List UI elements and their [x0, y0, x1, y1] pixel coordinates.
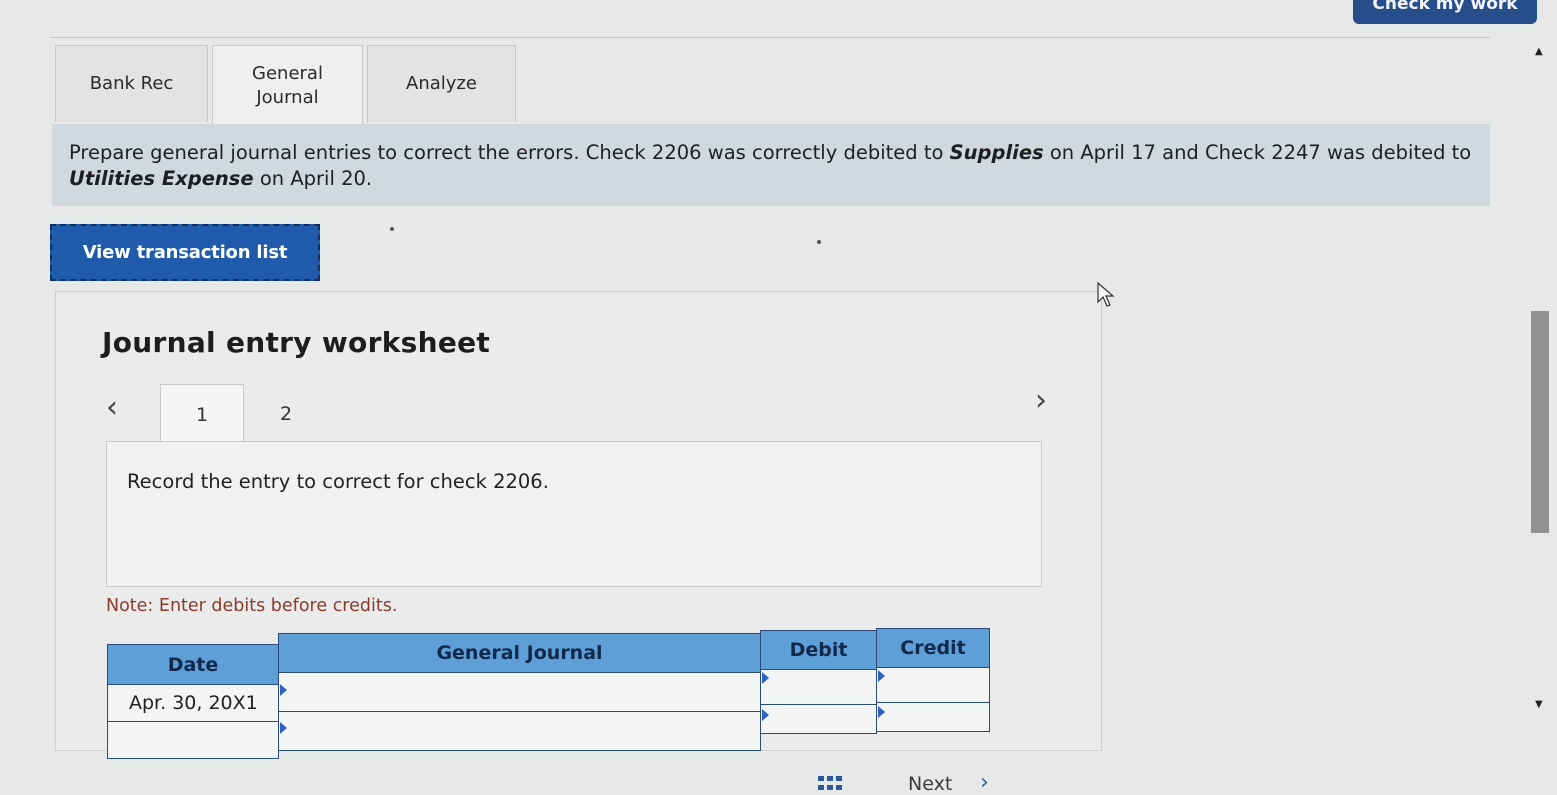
input-marker-icon: [878, 670, 885, 682]
tab-label: Bank Rec: [89, 73, 174, 94]
entry-prompt-box: [106, 441, 1042, 587]
worksheet-page-tab-2[interactable]: 2: [244, 384, 328, 444]
column-header-debit: Debit: [760, 630, 877, 670]
page-number: 1: [195, 403, 209, 426]
tab-bank-rec[interactable]: Bank Rec: [55, 45, 208, 122]
scroll-up-arrow-icon[interactable]: ▲: [1535, 46, 1543, 57]
next-button[interactable]: Next: [908, 773, 952, 795]
table-cell-date: Apr. 30, 20X1: [107, 684, 279, 722]
chevron-right-icon[interactable]: ›: [1035, 383, 1047, 418]
credit-input[interactable]: [876, 702, 990, 732]
entry-note: Note: Enter debits before credits.: [106, 596, 398, 616]
top-divider: [50, 37, 1490, 38]
chevron-left-icon[interactable]: ‹: [106, 390, 118, 425]
input-marker-icon: [280, 722, 287, 734]
input-marker-icon: [280, 684, 287, 696]
column-header-credit: Credit: [876, 628, 990, 668]
scrollbar-thumb[interactable]: [1531, 311, 1549, 533]
account-input[interactable]: [278, 711, 761, 751]
debit-input[interactable]: [760, 704, 877, 734]
header-text: General Journal: [436, 642, 603, 664]
date-value: Apr. 30, 20X1: [129, 692, 258, 714]
instruction-account-supplies: Supplies: [949, 141, 1044, 164]
credit-input[interactable]: [876, 667, 990, 703]
worksheet-page-tab-1[interactable]: 1: [160, 384, 244, 444]
tab-analyze[interactable]: Analyze: [367, 45, 516, 122]
instruction-panel: Prepare general journal entries to corre…: [52, 124, 1490, 206]
mouse-cursor-icon: [1097, 282, 1115, 307]
instruction-account-utilities: Utilities Expense: [69, 167, 254, 190]
entry-prompt-text: Record the entry to correct for check 22…: [127, 470, 549, 493]
table-cell-date: [107, 721, 279, 759]
instruction-text: Prepare general journal entries to corre…: [69, 141, 950, 164]
input-marker-icon: [878, 706, 885, 718]
instruction-text: on April 17 and Check 2247 was debited t…: [1043, 141, 1472, 164]
column-header-date: Date: [107, 644, 279, 685]
screen-speck: [390, 227, 394, 231]
view-transaction-list-button[interactable]: View transaction list: [50, 224, 320, 281]
worksheet-title: Journal entry worksheet: [102, 326, 491, 359]
instruction-text: on April 20.: [253, 167, 373, 190]
tab-label-line2: Journal: [256, 86, 319, 108]
input-marker-icon: [762, 709, 769, 721]
tab-general-journal[interactable]: General Journal: [212, 45, 363, 125]
screen-speck: [817, 240, 821, 244]
tab-label-line1: General: [252, 62, 323, 84]
header-text: Debit: [789, 639, 848, 661]
debit-input[interactable]: [760, 669, 877, 705]
check-my-work-button[interactable]: Check my work: [1353, 0, 1537, 24]
input-marker-icon: [762, 672, 769, 684]
header-text: Credit: [900, 637, 966, 659]
scroll-down-arrow-icon[interactable]: ▼: [1535, 699, 1543, 710]
tab-label: Analyze: [406, 73, 477, 94]
column-header-general-journal: General Journal: [278, 633, 761, 673]
chevron-right-icon[interactable]: ›: [980, 770, 989, 795]
header-text: Date: [167, 653, 219, 676]
grid-icon[interactable]: [818, 776, 844, 790]
page-number: 2: [279, 403, 293, 425]
account-input[interactable]: [278, 672, 761, 712]
